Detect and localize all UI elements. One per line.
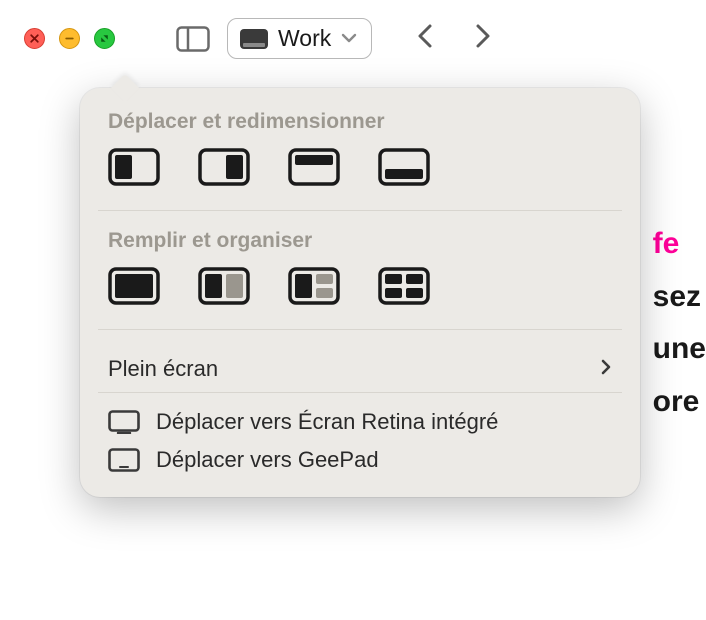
tile-arrange-three-icon [288,267,340,305]
tile-top-half-icon [288,148,340,186]
window-tiling-popover: Déplacer et redimensionner [80,88,640,497]
traffic-lights [24,28,115,49]
chevron-right-icon [474,22,492,50]
background-text-line: ore [653,376,706,429]
tile-arrange-lr-icon [198,267,250,305]
chevron-left-icon [416,22,434,50]
background-content: fe sez une ore [653,218,706,428]
tile-arrange-left-right[interactable] [198,267,250,305]
move-to-geepad-label: Déplacer vers GeePad [156,447,379,473]
close-icon [29,33,40,44]
background-text-highlight: fe [653,227,680,260]
zoom-icon [99,33,110,44]
minimize-icon [64,33,75,44]
minimize-window-button[interactable] [59,28,80,49]
tile-right-half-icon [198,148,250,186]
back-button[interactable] [416,22,434,55]
background-text-line: une [653,323,706,376]
tab-group-label: Work [278,25,331,52]
tile-right-half[interactable] [198,148,250,186]
fullscreen-menu-item[interactable]: Plein écran [80,348,640,392]
popover-divider [98,210,622,211]
tile-row-fill-arrange [80,267,640,329]
tile-row-move-resize [80,148,640,210]
tablet-icon [108,448,140,472]
move-to-retina-menu-item[interactable]: Déplacer vers Écran Retina intégré [80,403,640,441]
tab-group-button[interactable]: Work [227,18,372,59]
tab-group-icon [240,29,268,49]
sidebar-toggle-button[interactable] [173,20,213,58]
section-title-fill-arrange: Remplir et organiser [80,229,640,267]
close-window-button[interactable] [24,28,45,49]
tile-fill[interactable] [108,267,160,305]
move-to-geepad-menu-item[interactable]: Déplacer vers GeePad [80,441,640,479]
tile-bottom-half[interactable] [378,148,430,186]
navigation-arrows [416,22,492,55]
popover-divider [98,329,622,330]
tile-top-half[interactable] [288,148,340,186]
tile-left-half[interactable] [108,148,160,186]
display-icon [108,410,140,434]
window-toolbar: Work [0,0,706,59]
tile-arrange-quarters-icon [378,267,430,305]
chevron-right-icon [600,356,612,382]
forward-button[interactable] [474,22,492,55]
zoom-window-button[interactable] [94,28,115,49]
tile-arrange-three[interactable] [288,267,340,305]
tile-arrange-quarters[interactable] [378,267,430,305]
tile-fill-icon [108,267,160,305]
popover-divider [98,392,622,393]
tile-bottom-half-icon [378,148,430,186]
background-text-line: sez [653,271,706,324]
chevron-down-icon [341,30,357,48]
sidebar-icon [176,26,210,52]
move-to-retina-label: Déplacer vers Écran Retina intégré [156,409,498,435]
section-title-move-resize: Déplacer et redimensionner [80,110,640,148]
fullscreen-label: Plein écran [108,356,218,382]
tile-left-half-icon [108,148,160,186]
